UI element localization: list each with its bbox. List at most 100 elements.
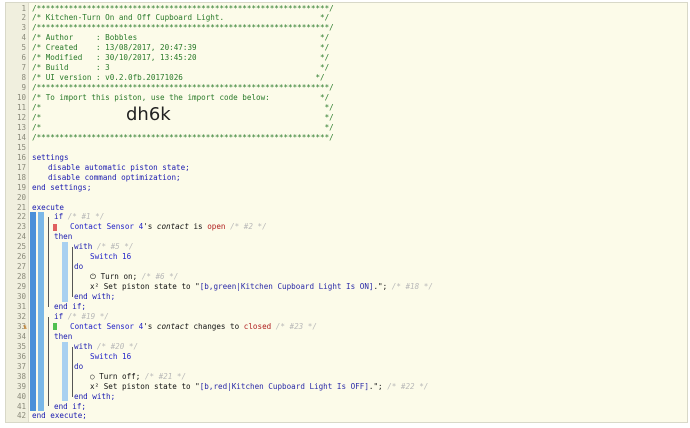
comment-border: /***************************************… <box>32 132 334 142</box>
device-name: Switch 16 <box>90 252 132 262</box>
modified-line: /* Modified : 30/10/2017, 13:45:20 */ <box>32 53 330 63</box>
condition-line[interactable]: Contact Sensor 4's contact changes to cl… <box>70 322 317 332</box>
code-token: 's <box>143 321 153 331</box>
code-token: ."; <box>373 282 388 292</box>
header-comment: /* */ <box>32 123 334 133</box>
execute-close: end execute; <box>32 411 87 421</box>
if-bar <box>38 311 44 412</box>
end-with-line: end with; <box>74 292 115 302</box>
created-line: /* Created : 13/08/2017, 20:47:39 */ <box>32 43 330 53</box>
statement-id: /* #2 */ <box>230 222 267 232</box>
setting-line: disable automatic piston state; <box>48 163 190 173</box>
comment-border: /***************************************… <box>32 3 334 13</box>
header-comment: /* */ <box>32 103 334 113</box>
command-line[interactable]: x² Set piston state to "[b,green|Kitchen… <box>90 282 433 292</box>
condition-state-marker <box>53 323 57 331</box>
code-token: end with; <box>74 292 116 302</box>
power-off-icon: ○ <box>90 371 100 381</box>
if-bar <box>38 212 44 312</box>
state-string: [b,red|Kitchen Cupboard Light Is OFF] <box>199 381 369 391</box>
execute-open: execute <box>32 203 64 213</box>
device-line[interactable]: Switch 16 <box>90 252 131 262</box>
import-note: /* To import this piston, use the import… <box>32 93 330 103</box>
statement-id: /* #22 */ <box>387 381 429 391</box>
device-name: Contact Sensor 4 <box>70 321 144 331</box>
piston-code-view: 1 2 3 4 5 6 7 8 9 10 11 12 13 14 15 16 17 18 19 20 21 22 23 24 2… <box>5 2 688 423</box>
attribute-name: contact <box>156 222 189 232</box>
do-line: do <box>74 262 83 272</box>
settings-open: settings <box>32 153 69 163</box>
condition-line[interactable]: Contact Sensor 4's contact is open /* #2… <box>70 222 267 232</box>
statement-id: /* #19 */ <box>67 311 109 321</box>
comment-border: /***************************************… <box>32 23 334 33</box>
attribute-name: contact <box>156 321 189 331</box>
end-with-line: end with; <box>74 392 115 402</box>
ui-version-line: /* UI version : v0.2.0fb.20171026 */ <box>32 73 325 83</box>
with-line[interactable]: with /* #5 */ <box>74 242 133 252</box>
header-comment: /* Author : Bobbles */ <box>32 33 329 43</box>
do-keyword: do <box>74 262 84 272</box>
condition-state-marker <box>53 223 57 231</box>
comparison-value: closed <box>243 321 272 331</box>
statement-id: /* #20 */ <box>96 341 139 351</box>
header-comment: /***************************************… <box>32 133 334 143</box>
statement-id: /* #23 */ <box>275 321 317 331</box>
with-keyword: with <box>74 242 93 252</box>
build-line: /* Build : 3 */ <box>32 63 330 73</box>
header-comment: /* Build : 3 */ <box>32 63 329 73</box>
then-keyword: then <box>54 232 73 242</box>
code-token: disable automatic piston state; <box>48 162 190 172</box>
header-comment: /***************************************… <box>32 4 334 14</box>
code-token: end if; <box>54 302 87 311</box>
code-token: end settings; <box>32 182 92 192</box>
if-line[interactable]: if /* #19 */ <box>54 312 109 322</box>
header-comment: /* Kitchen-Turn On and Off Cupboard Ligh… <box>32 13 329 23</box>
header-comment: /***************************************… <box>32 83 334 93</box>
variable-icon: x² <box>90 381 104 391</box>
device-line[interactable]: Switch 16 <box>90 352 131 362</box>
then-keyword: then <box>54 331 73 341</box>
comment-blank: /* */ <box>32 103 334 112</box>
do-line: do <box>74 362 83 372</box>
command-line[interactable]: ○ Turn off; /* #21 */ <box>90 372 186 382</box>
do-keyword: do <box>74 361 84 371</box>
comment-border: /***************************************… <box>32 83 334 93</box>
with-line[interactable]: with /* #20 */ <box>74 342 138 352</box>
if-bracket <box>48 217 49 307</box>
if-bracket <box>48 316 49 407</box>
statement-id: /* #6 */ <box>141 272 179 282</box>
header-comment: /* To import this piston, use the import… <box>32 93 329 103</box>
if-line[interactable]: if /* #1 */ <box>54 212 104 222</box>
code-area: /***************************************… <box>6 3 687 422</box>
header-comment: /* */ <box>32 113 334 123</box>
trigger-icon: ⇅ <box>23 322 28 331</box>
code-token: disable command optimization; <box>48 172 181 182</box>
if-keyword: if <box>54 212 64 222</box>
comparison-operator: changes to <box>193 321 240 331</box>
command-line[interactable]: x² Set piston state to "[b,red|Kitchen C… <box>90 382 428 392</box>
with-bar <box>62 341 68 402</box>
with-keyword: with <box>74 341 93 351</box>
code-token: end if; <box>54 401 87 411</box>
code-token: 's <box>143 222 153 232</box>
statement-id: /* #1 */ <box>67 212 105 222</box>
command-line[interactable]: ⏻ Turn on; /* #6 */ <box>90 272 178 282</box>
with-bracket <box>72 346 73 397</box>
statement-id: /* #5 */ <box>96 242 134 252</box>
with-bar <box>62 242 68 302</box>
header-comment: /* Created : 13/08/2017, 20:47:39 */ <box>32 43 329 53</box>
comparison-operator: is <box>193 222 203 232</box>
comment-blank: /* */ <box>32 112 334 122</box>
end-if-line: end if; <box>54 302 86 312</box>
settings-keyword: settings <box>32 152 69 162</box>
if-keyword: if <box>54 311 64 321</box>
piston-title: /* Kitchen-Turn On and Off Cupboard Ligh… <box>32 13 330 23</box>
header-comment: /* UI version : v0.2.0fb.20171026 */ <box>32 73 325 83</box>
state-string: [b,green|Kitchen Cupboard Light Is ON] <box>199 282 374 292</box>
author-line: /* Author : Bobbles */ <box>32 33 330 43</box>
variable-icon: x² <box>90 282 104 292</box>
setting-line: disable command optimization; <box>48 173 181 183</box>
command-text: Turn off; <box>99 371 141 381</box>
comparison-value: open <box>207 222 226 232</box>
import-code: dh6k <box>126 104 171 125</box>
